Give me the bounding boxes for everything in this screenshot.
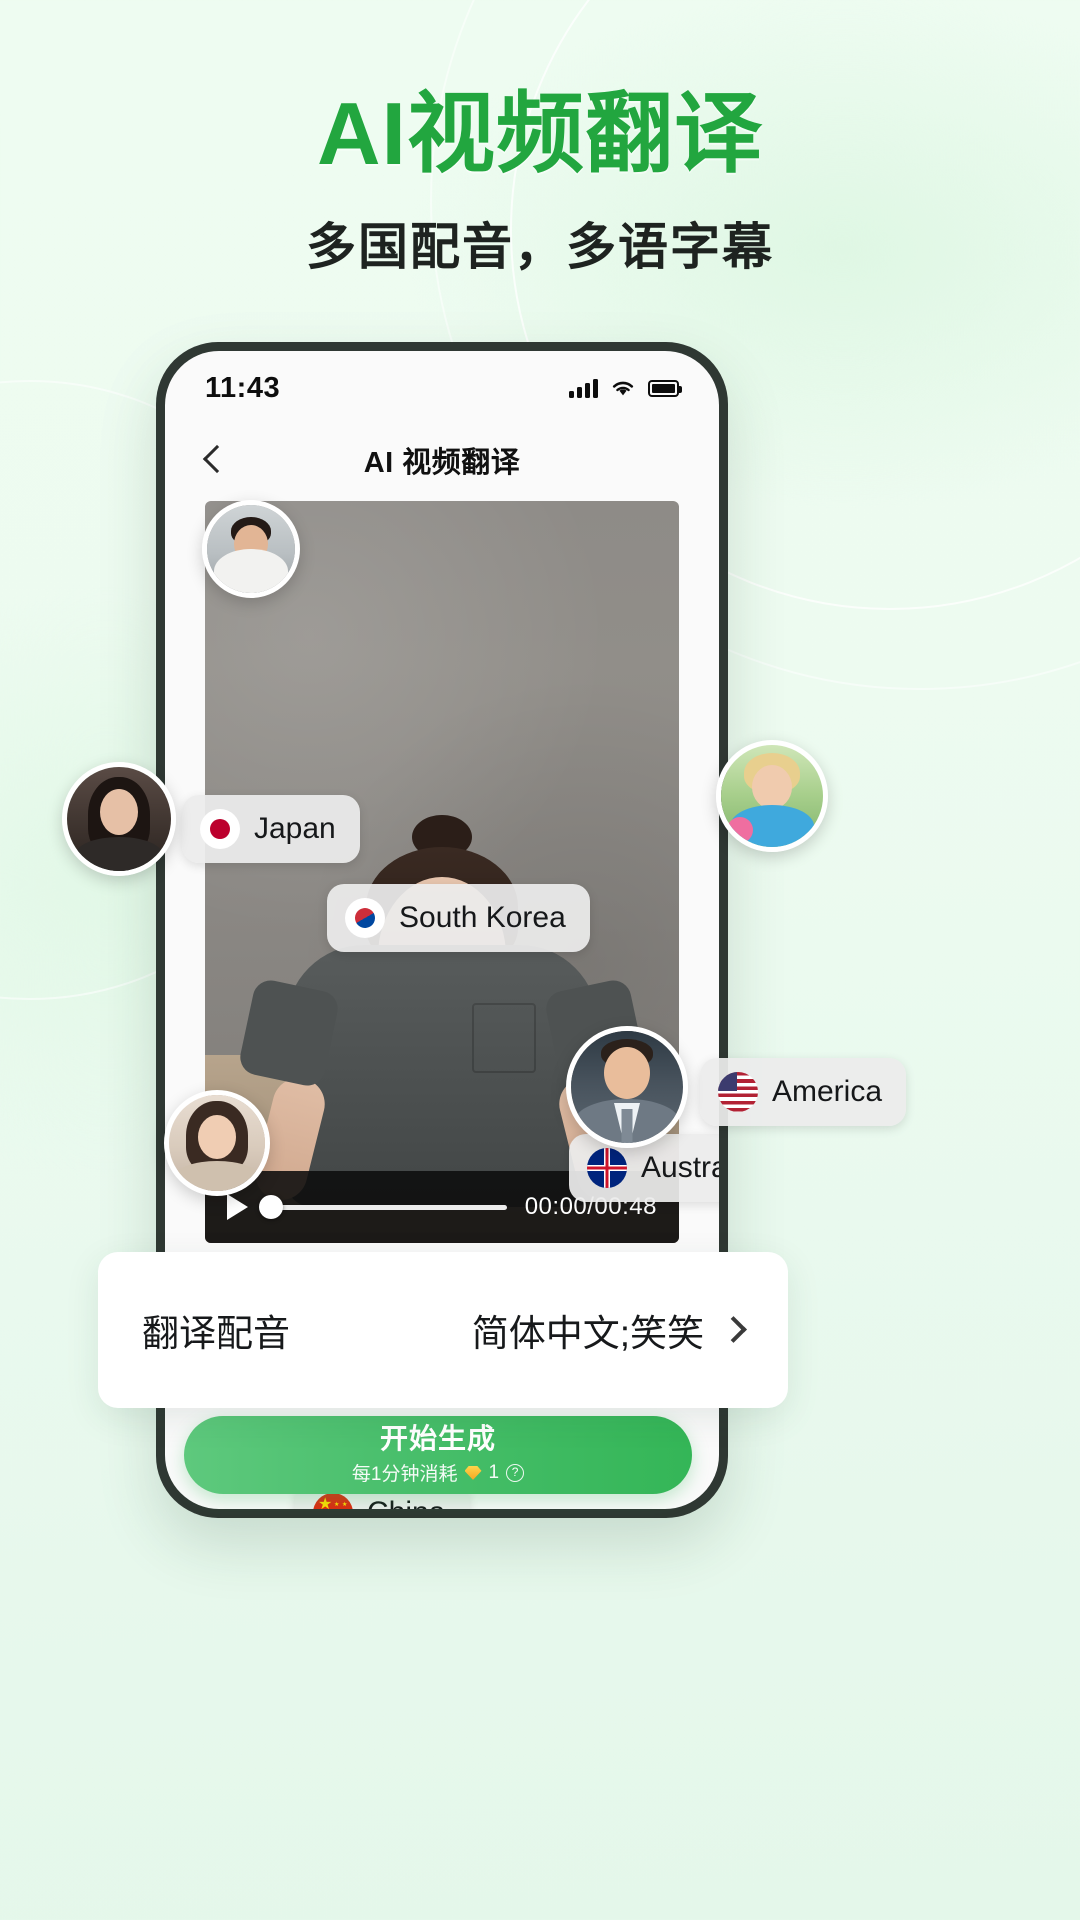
- battery-icon: [648, 379, 682, 397]
- avatar-american-man[interactable]: [566, 1026, 688, 1148]
- status-bar: 11:43: [165, 351, 719, 425]
- country-pill-label: Australia: [641, 1151, 719, 1184]
- play-icon[interactable]: [227, 1194, 248, 1220]
- country-pill-label: China: [367, 1496, 445, 1509]
- translate-dubbing-row[interactable]: 翻译配音 简体中文;笑笑: [98, 1252, 788, 1408]
- chevron-right-icon[interactable]: [722, 1319, 744, 1341]
- start-generate-button[interactable]: 开始生成 每1分钟消耗 1 ?: [184, 1416, 692, 1494]
- avatar-japanese-woman[interactable]: [62, 762, 176, 876]
- avatar-korean-man[interactable]: [202, 500, 300, 598]
- flag-south-korea-icon: [345, 898, 385, 938]
- flag-america-icon: [718, 1072, 758, 1112]
- video-progress-track[interactable]: [258, 1195, 507, 1219]
- flag-australia-icon: [587, 1148, 627, 1188]
- country-pill-japan[interactable]: Japan: [182, 795, 360, 863]
- start-generate-label: 开始生成: [379, 1422, 496, 1454]
- cost-prefix-label: 每1分钟消耗: [351, 1464, 458, 1486]
- pool-float: [727, 817, 753, 843]
- translate-dubbing-value: 简体中文;笑笑: [471, 1313, 704, 1354]
- cost-amount: 1: [488, 1461, 500, 1483]
- country-pill-america[interactable]: America: [700, 1058, 907, 1126]
- wifi-icon: [612, 381, 634, 396]
- country-pill-label: Japan: [254, 812, 336, 845]
- avatar-chinese-woman[interactable]: [164, 1090, 270, 1196]
- nav-bar: AI 视频翻译: [165, 425, 719, 495]
- gem-icon: [464, 1465, 482, 1480]
- start-generate-cost: 每1分钟消耗 1 ?: [351, 1459, 525, 1486]
- hero-section: AI视频翻译 多国配音，多语字幕: [0, 86, 1080, 279]
- flag-china-icon: [313, 1493, 353, 1509]
- status-bar-time: 11:43: [205, 371, 281, 404]
- translate-dubbing-value-wrap[interactable]: 简体中文;笑笑: [472, 1303, 744, 1357]
- country-pill-label: South Korea: [399, 901, 566, 934]
- question-mark-icon[interactable]: ?: [506, 1463, 525, 1482]
- subject-sleeve-left: [236, 977, 342, 1089]
- flag-japan-icon: [200, 809, 240, 849]
- country-pill-south-korea[interactable]: South Korea: [327, 884, 590, 952]
- country-pill-label: America: [772, 1075, 883, 1108]
- page-title: AI视频翻译: [316, 84, 763, 183]
- necktie: [621, 1109, 633, 1143]
- subject-torso: [236, 945, 648, 1207]
- avatar-australian-child[interactable]: [716, 740, 828, 852]
- translate-dubbing-label: 翻译配音: [142, 1313, 290, 1354]
- nav-bar-title: AI 视频翻译: [363, 447, 521, 479]
- video-progress-knob[interactable]: [258, 1195, 283, 1219]
- signal-bars-icon: [569, 378, 598, 398]
- subject-shirt-pocket: [472, 1003, 536, 1073]
- page-subtitle: 多国配音，多语字幕: [306, 219, 774, 276]
- status-bar-icons: [569, 378, 682, 398]
